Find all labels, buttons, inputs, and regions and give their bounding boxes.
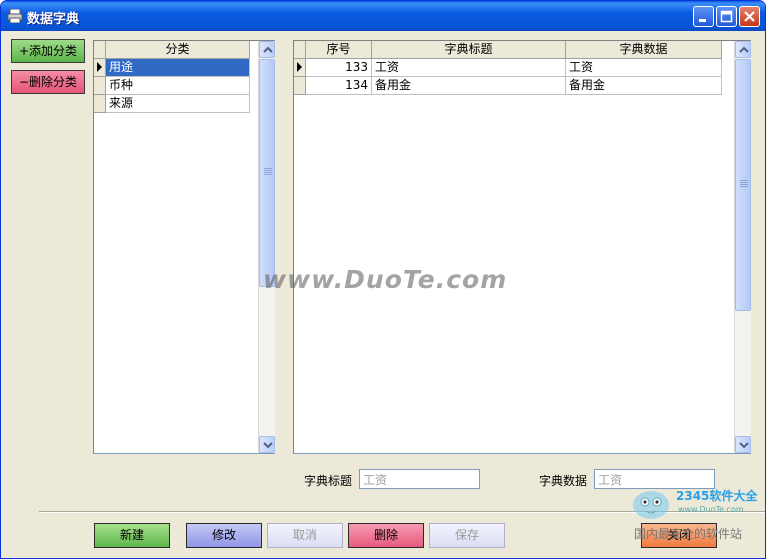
category-column-header[interactable]: 分类	[106, 41, 250, 59]
table-row-title[interactable]: 备用金	[372, 77, 566, 95]
maximize-button[interactable]	[716, 6, 737, 27]
title-column-header[interactable]: 字典标题	[372, 41, 566, 59]
current-row-arrow-icon	[97, 62, 102, 72]
scroll-down-button[interactable]	[259, 436, 275, 453]
close-icon	[744, 11, 755, 22]
dictionary-grid-corner	[294, 41, 306, 59]
category-row-currency[interactable]: 币种	[106, 77, 250, 95]
mascot-icon	[633, 491, 669, 519]
maximize-icon	[720, 10, 733, 23]
window-title: 数据字典	[27, 12, 80, 27]
logo-url: www.DuoTe.com	[678, 505, 744, 514]
category-row-usage[interactable]: 用途	[106, 59, 250, 77]
data-dictionary-window: 数据字典 +添加分类 −删除分类 分类 用途 币种 来源 序号 字典标题 字典数…	[0, 0, 766, 559]
close-window-button[interactable]	[739, 6, 760, 27]
cancel-button[interactable]: 取消	[267, 523, 343, 548]
row-indicator[interactable]	[94, 95, 106, 113]
scroll-up-button[interactable]	[735, 41, 751, 58]
add-category-button[interactable]: +添加分类	[11, 39, 85, 63]
scroll-down-button[interactable]	[735, 436, 751, 453]
scroll-up-button[interactable]	[259, 41, 275, 58]
dictionary-scrollbar[interactable]	[734, 41, 751, 453]
scroll-thumb[interactable]	[735, 59, 751, 311]
delete-category-button[interactable]: −删除分类	[11, 70, 85, 94]
seq-column-header[interactable]: 序号	[306, 41, 372, 59]
row-indicator[interactable]	[94, 77, 106, 95]
scroll-thumb[interactable]	[259, 59, 275, 287]
category-grid-corner	[94, 41, 106, 59]
new-button[interactable]: 新建	[94, 523, 170, 548]
logo-text: 2345软件大全	[676, 489, 758, 503]
category-scrollbar[interactable]	[258, 41, 275, 453]
category-grid: 分类 用途 币种 来源	[93, 40, 275, 454]
table-row-title[interactable]: 工资	[372, 59, 566, 77]
chevron-up-icon	[739, 46, 749, 53]
table-row-data[interactable]: 工资	[566, 59, 722, 77]
chevron-down-icon	[739, 442, 749, 449]
dict-title-label: 字典标题	[304, 474, 353, 488]
minimize-icon	[699, 19, 706, 22]
category-row-source[interactable]: 来源	[106, 95, 250, 113]
chevron-up-icon	[263, 46, 273, 53]
current-row-arrow-icon	[297, 62, 302, 72]
row-indicator[interactable]	[94, 59, 106, 77]
edit-button[interactable]: 修改	[186, 523, 262, 548]
printer-icon	[7, 9, 23, 23]
row-indicator[interactable]	[294, 59, 306, 77]
chevron-down-icon	[263, 442, 273, 449]
table-row-seq[interactable]: 134	[306, 77, 372, 95]
table-row-data[interactable]: 备用金	[566, 77, 722, 95]
dict-title-field[interactable]	[359, 469, 480, 489]
table-row-seq[interactable]: 133	[306, 59, 372, 77]
delete-button[interactable]: 删除	[348, 523, 424, 548]
dict-data-label: 字典数据	[539, 474, 588, 488]
minimize-button[interactable]	[693, 6, 714, 27]
dictionary-grid: 序号 字典标题 字典数据 133 工资 工资 134 备用金 备用金	[293, 40, 751, 454]
site-logo: 2345软件大全 www.DuoTe.com 国内最安全的软件站	[628, 483, 764, 541]
duote-watermark: www.DuoTe.com	[263, 265, 508, 294]
data-column-header[interactable]: 字典数据	[566, 41, 722, 59]
title-bar: 数据字典	[1, 1, 765, 31]
logo-slogan: 国内最安全的软件站	[634, 527, 743, 541]
row-indicator[interactable]	[294, 77, 306, 95]
save-button[interactable]: 保存	[429, 523, 505, 548]
